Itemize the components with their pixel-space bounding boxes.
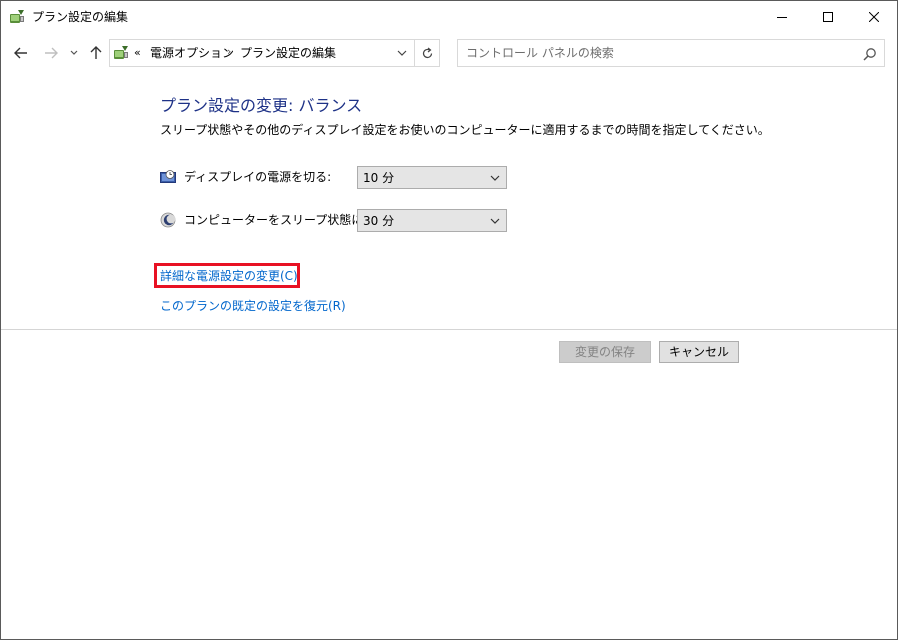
- moon-icon: [160, 212, 176, 228]
- cancel-button[interactable]: キャンセル: [659, 341, 739, 363]
- sleep-select[interactable]: 30 分: [357, 209, 507, 232]
- display-off-value: 10 分: [363, 171, 395, 185]
- search-input[interactable]: [458, 40, 853, 66]
- up-button[interactable]: [86, 41, 106, 65]
- recent-locations-button[interactable]: [67, 41, 81, 65]
- title-bar: プラン設定の編集: [1, 1, 897, 33]
- restore-defaults-link[interactable]: このプランの既定の設定を復元(R): [160, 299, 346, 313]
- search-box[interactable]: [457, 39, 885, 67]
- highlight-box: [154, 263, 300, 288]
- arrow-right-icon: [45, 47, 58, 59]
- monitor-timer-icon: [160, 169, 176, 185]
- minimize-icon: [777, 17, 787, 18]
- sleep-value: 30 分: [363, 214, 395, 228]
- address-bar[interactable]: « 電源オプション › プラン設定の編集: [109, 39, 440, 67]
- breadcrumb-overflow[interactable]: «: [134, 46, 141, 60]
- page-description: スリープ状態やその他のディスプレイ設定をお使いのコンピューターに適用するまでの時…: [160, 123, 770, 137]
- forward-button[interactable]: [41, 41, 61, 65]
- navigation-bar: « 電源オプション › プラン設定の編集: [1, 37, 897, 69]
- close-button[interactable]: [851, 1, 897, 33]
- back-button[interactable]: [11, 41, 31, 65]
- display-off-label: ディスプレイの電源を切る:: [184, 170, 332, 184]
- chevron-down-icon: [397, 50, 407, 56]
- window-title: プラン設定の編集: [32, 10, 129, 24]
- power-options-icon: [113, 45, 129, 61]
- arrow-up-icon: [90, 46, 102, 59]
- chevron-down-icon: [70, 50, 78, 55]
- maximize-button[interactable]: [805, 1, 851, 33]
- power-options-icon: [9, 9, 25, 25]
- maximize-icon: [823, 12, 833, 22]
- search-icon[interactable]: [863, 46, 877, 61]
- save-changes-button[interactable]: 変更の保存: [559, 341, 651, 363]
- refresh-icon: [422, 47, 433, 58]
- address-history-button[interactable]: [390, 40, 414, 66]
- display-off-select[interactable]: 10 分: [357, 166, 507, 189]
- breadcrumb-separator[interactable]: ›: [227, 45, 231, 59]
- close-icon: [869, 12, 879, 22]
- divider: [1, 329, 897, 330]
- page-title: プラン設定の変更: バランス: [160, 96, 363, 115]
- refresh-button[interactable]: [414, 40, 440, 66]
- minimize-button[interactable]: [759, 1, 805, 33]
- breadcrumb-item-edit-plan[interactable]: プラン設定の編集: [240, 46, 336, 60]
- breadcrumb-item-power-options[interactable]: 電源オプション: [150, 46, 234, 60]
- chevron-down-icon: [490, 218, 500, 224]
- arrow-left-icon: [14, 47, 27, 59]
- control-panel-window: プラン設定の編集 « 電源オプション › プラン設定の編集 コントロール パネル…: [0, 0, 898, 640]
- chevron-down-icon: [490, 175, 500, 181]
